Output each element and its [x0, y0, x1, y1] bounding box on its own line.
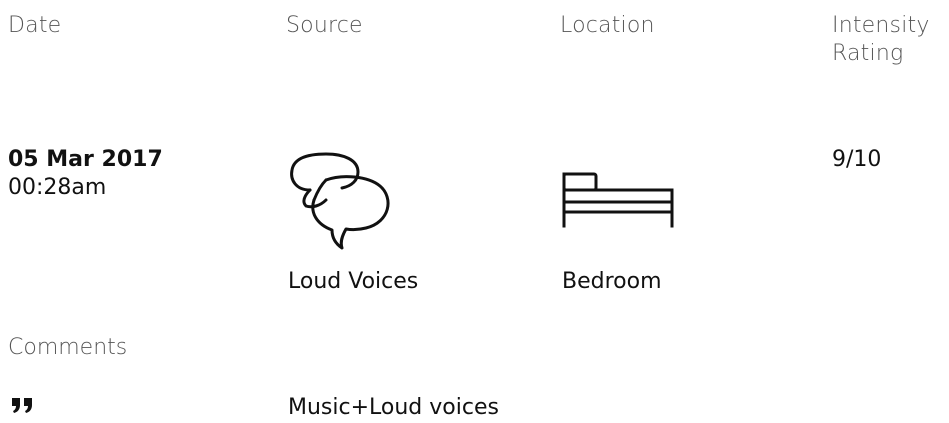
- quote-icon: [10, 394, 40, 414]
- source-label: Loud Voices: [288, 269, 419, 294]
- column-header-intensity-line2: Rating: [832, 41, 904, 66]
- comments-header: Comments: [8, 335, 128, 360]
- bed-icon: [556, 170, 676, 230]
- comment-text: Music+Loud voices: [288, 395, 499, 420]
- intensity-rating: 9/10: [832, 147, 882, 172]
- column-header-intensity: Intensity Rating: [832, 12, 949, 68]
- column-header-location: Location: [560, 13, 655, 38]
- entry-time: 00:28am: [8, 175, 107, 200]
- column-header-intensity-line1: Intensity: [832, 13, 930, 38]
- location-label: Bedroom: [562, 269, 662, 294]
- column-header-source: Source: [286, 13, 363, 38]
- speech-bubbles-icon: [282, 150, 402, 250]
- column-header-date: Date: [8, 13, 62, 38]
- entry-date: 05 Mar 2017: [8, 147, 163, 172]
